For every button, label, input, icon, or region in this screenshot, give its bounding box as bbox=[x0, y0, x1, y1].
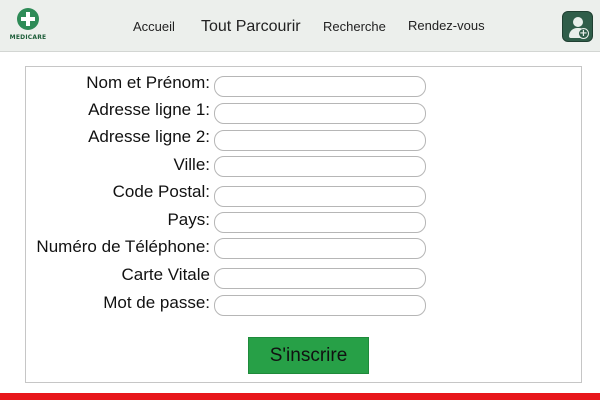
top-navbar: MEDICARE Accueil Tout Parcourir Recherch… bbox=[0, 0, 600, 52]
label-ville: Ville: bbox=[173, 155, 210, 174]
label-mot-de-passe: Mot de passe: bbox=[103, 293, 210, 312]
user-head-shape bbox=[573, 17, 583, 27]
label-nom-prenom: Nom et Prénom: bbox=[86, 73, 210, 92]
footer-accent-bar bbox=[0, 393, 600, 400]
carte-vitale-input[interactable] bbox=[214, 268, 426, 289]
medicare-logo[interactable]: MEDICARE bbox=[8, 8, 48, 48]
nom-prenom-input[interactable] bbox=[214, 76, 426, 97]
mot-de-passe-input[interactable] bbox=[214, 295, 426, 316]
ville-input[interactable] bbox=[214, 156, 426, 177]
telephone-input[interactable] bbox=[214, 238, 426, 259]
nav-link-rendez-vous[interactable]: Rendez-vous bbox=[408, 18, 485, 33]
adresse-ligne-1-input[interactable] bbox=[214, 103, 426, 124]
add-user-icon: + bbox=[578, 28, 589, 39]
nav-link-tout-parcourir[interactable]: Tout Parcourir bbox=[201, 18, 301, 36]
label-telephone: Numéro de Téléphone: bbox=[36, 237, 210, 256]
label-adresse-2: Adresse ligne 2: bbox=[88, 127, 210, 146]
label-pays: Pays: bbox=[167, 210, 210, 229]
adresse-ligne-2-input[interactable] bbox=[214, 130, 426, 151]
account-button[interactable]: + bbox=[562, 11, 593, 42]
label-code-postal: Code Postal: bbox=[112, 182, 210, 201]
nav-link-accueil[interactable]: Accueil bbox=[133, 19, 175, 34]
sinscrire-button[interactable]: S'inscrire bbox=[248, 337, 369, 374]
label-carte-vitale: Carte Vitale bbox=[121, 265, 210, 284]
label-adresse-1: Adresse ligne 1: bbox=[88, 100, 210, 119]
pays-input[interactable] bbox=[214, 212, 426, 233]
code-postal-input[interactable] bbox=[214, 186, 426, 207]
cross-horizontal-bar bbox=[21, 17, 35, 21]
nav-link-recherche[interactable]: Recherche bbox=[323, 19, 386, 34]
logo-text: MEDICARE bbox=[9, 34, 47, 41]
